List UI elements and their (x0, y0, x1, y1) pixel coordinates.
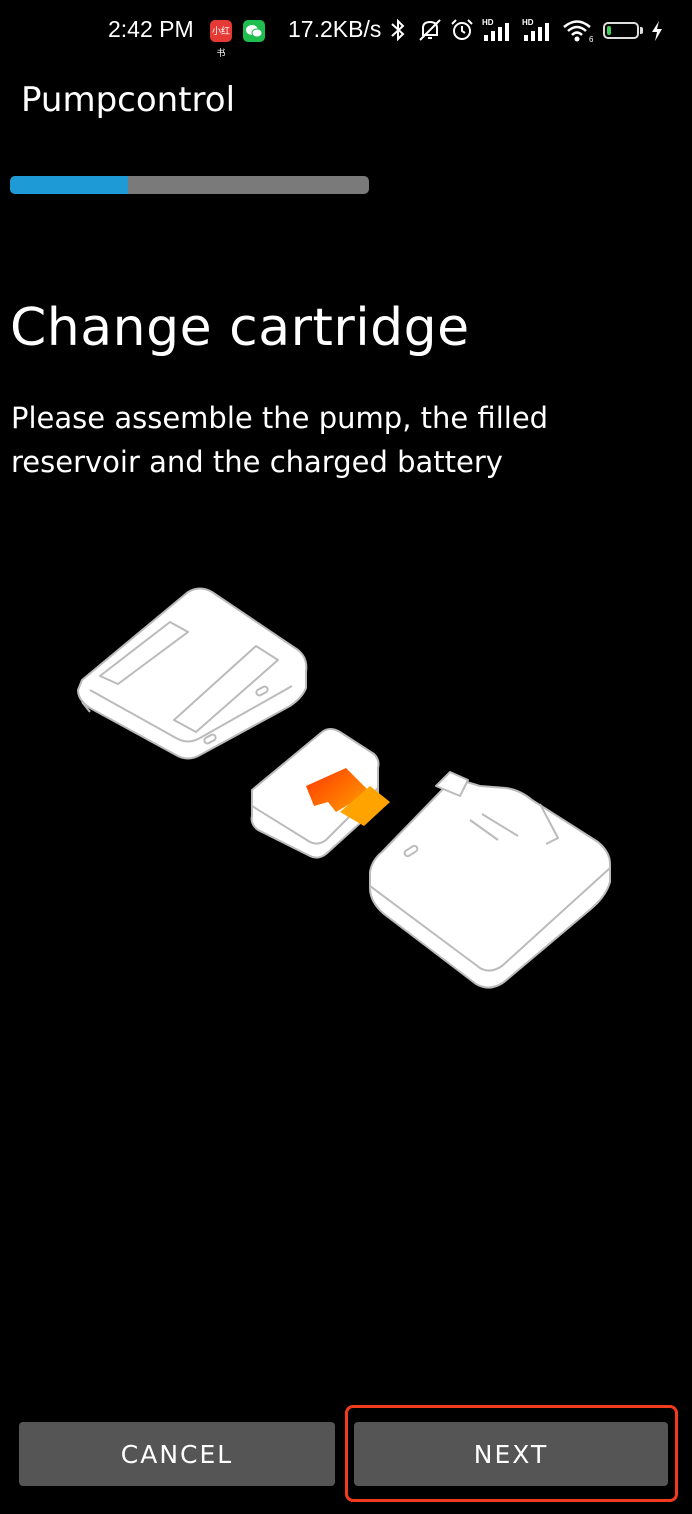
svg-text:HD: HD (482, 18, 494, 27)
bluetooth-icon (391, 18, 405, 42)
pump-device (77, 587, 308, 760)
network-rate: 17.2KB/s (288, 16, 382, 42)
reservoir-cartridge (250, 728, 390, 859)
status-time: 2:42 PM (108, 16, 194, 42)
wechat-icon (243, 20, 265, 42)
battery-icon: 12 (603, 22, 639, 39)
svg-text:HD: HD (522, 18, 534, 27)
pump-reservoir-battery-assembly-image (77, 587, 611, 989)
page-heading: Change cartridge (10, 298, 470, 358)
app-notification-icon: 小红书 (210, 20, 232, 58)
wizard-progress-bar (10, 176, 369, 194)
charging-icon (652, 21, 662, 41)
app-title: Pumpcontrol (21, 80, 236, 120)
next-button-highlight (345, 1405, 678, 1502)
wifi-icon: 6 (563, 20, 594, 43)
svg-text:6: 6 (589, 35, 594, 43)
instruction-text: Please assemble the pump, the filled res… (11, 401, 549, 479)
battery-level: 12 (613, 22, 629, 37)
wizard-progress-fill (10, 176, 129, 194)
hd-signal-icon: HD (522, 18, 549, 41)
mute-bell-icon (419, 19, 441, 41)
alarm-icon (451, 19, 473, 40)
hd-signal-icon: HD (482, 18, 509, 41)
cancel-button[interactable]: CANCEL (19, 1422, 335, 1486)
battery-pack (369, 771, 611, 989)
status-bar: 2:42 PM 小红书 17.2KB/s HD HD 6 12 (0, 0, 692, 62)
